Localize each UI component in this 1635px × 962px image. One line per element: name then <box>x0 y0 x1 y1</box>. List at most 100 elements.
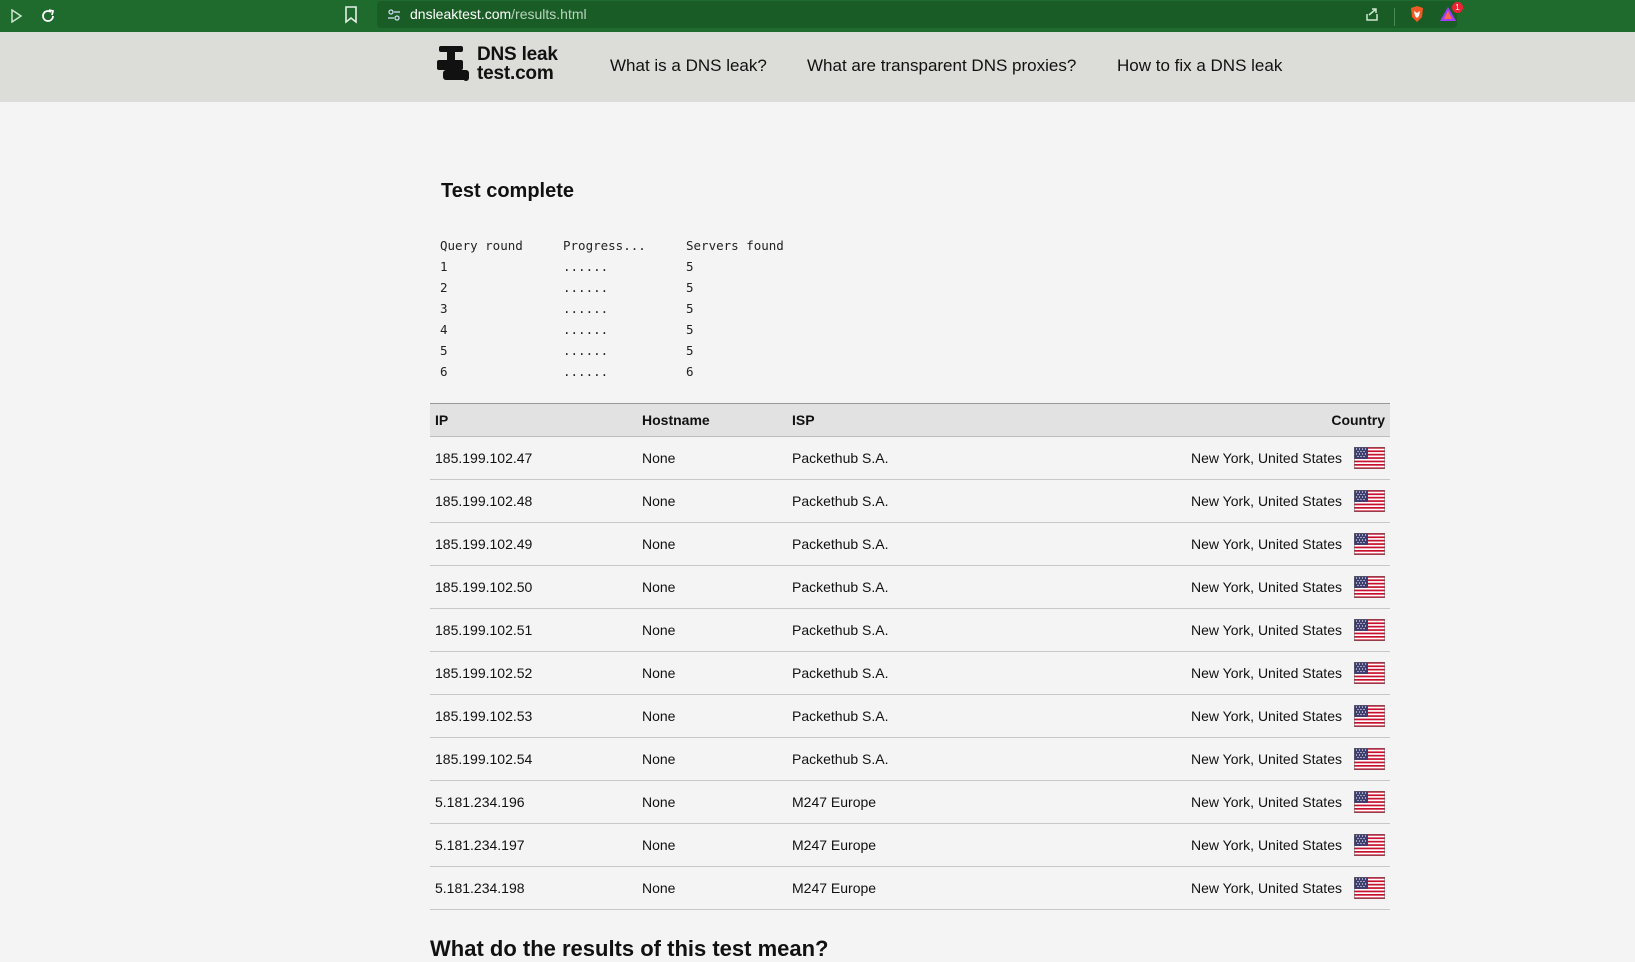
us-flag-icon <box>1354 662 1385 684</box>
hostname-cell: None <box>637 737 787 781</box>
table-row: 185.199.102.49 None Packethub S.A. New Y… <box>430 522 1390 566</box>
table-row: 5.181.234.197 None M247 Europe New York,… <box>430 823 1390 867</box>
progress-header-progress: Progress... <box>563 238 646 253</box>
table-row: 185.199.102.51 None Packethub S.A. New Y… <box>430 608 1390 652</box>
ip-cell: 185.199.102.54 <box>430 737 637 781</box>
isp-cell: M247 Europe <box>787 823 1097 867</box>
column-header-hostname: Hostname <box>637 403 787 437</box>
country-cell: New York, United States <box>1191 450 1342 466</box>
site-logo[interactable]: DNS leak test.com <box>435 44 558 84</box>
nav-how-to-fix[interactable]: How to fix a DNS leak <box>1117 56 1282 76</box>
ip-cell: 5.181.234.197 <box>430 823 637 867</box>
round-number: 5 <box>440 343 448 358</box>
progress-header-round: Query round <box>440 238 523 253</box>
dns-results-table: IP Hostname ISP Country 185.199.102.47 N… <box>430 403 1390 910</box>
country-cell: New York, United States <box>1191 536 1342 552</box>
us-flag-icon <box>1354 748 1385 770</box>
table-row: 185.199.102.50 None Packethub S.A. New Y… <box>430 565 1390 609</box>
us-flag-icon <box>1354 877 1385 899</box>
servers-found: 5 <box>686 259 694 274</box>
hostname-cell: None <box>637 780 787 824</box>
hostname-cell: None <box>637 522 787 566</box>
us-flag-icon <box>1354 619 1385 641</box>
country-cell: New York, United States <box>1191 794 1342 810</box>
browser-toolbar: dnsleaktest.com/results.html 1 <box>0 0 1635 32</box>
column-header-ip: IP <box>430 403 637 437</box>
round-progress: ...... <box>563 259 609 274</box>
servers-found: 5 <box>686 322 694 337</box>
round-number: 1 <box>440 259 448 274</box>
country-cell: New York, United States <box>1191 579 1342 595</box>
country-cell: New York, United States <box>1191 708 1342 724</box>
servers-found: 5 <box>686 280 694 295</box>
ip-cell: 185.199.102.52 <box>430 651 637 695</box>
us-flag-icon <box>1354 490 1385 512</box>
page-title: Test complete <box>441 180 574 202</box>
us-flag-icon <box>1354 705 1385 727</box>
isp-cell: Packethub S.A. <box>787 694 1097 738</box>
progress-header-found: Servers found <box>686 238 784 253</box>
ip-cell: 185.199.102.51 <box>430 608 637 652</box>
isp-cell: Packethub S.A. <box>787 737 1097 781</box>
site-header: DNS leak test.com What is a DNS leak? Wh… <box>0 32 1635 102</box>
country-cell: New York, United States <box>1191 880 1342 896</box>
round-number: 6 <box>440 364 448 379</box>
hostname-cell: None <box>637 694 787 738</box>
isp-cell: Packethub S.A. <box>787 608 1097 652</box>
us-flag-icon <box>1354 791 1385 813</box>
round-number: 4 <box>440 322 448 337</box>
hostname-cell: None <box>637 823 787 867</box>
servers-found: 6 <box>686 364 694 379</box>
table-row: 185.199.102.48 None Packethub S.A. New Y… <box>430 479 1390 523</box>
progress-row: 5...... 5 <box>440 340 806 361</box>
hostname-cell: None <box>637 608 787 652</box>
isp-cell: Packethub S.A. <box>787 436 1097 480</box>
ip-cell: 185.199.102.47 <box>430 436 637 480</box>
isp-cell: Packethub S.A. <box>787 651 1097 695</box>
country-cell: New York, United States <box>1191 665 1342 681</box>
table-header-row: IP Hostname ISP Country <box>430 403 1390 437</box>
table-row: 5.181.234.198 None M247 Europe New York,… <box>430 866 1390 910</box>
site-settings-icon[interactable] <box>387 8 401 22</box>
isp-cell: Packethub S.A. <box>787 479 1097 523</box>
country-cell: New York, United States <box>1191 622 1342 638</box>
ip-cell: 185.199.102.50 <box>430 565 637 609</box>
country-cell: New York, United States <box>1191 837 1342 853</box>
servers-found: 5 <box>686 343 694 358</box>
round-progress: ...... <box>563 343 609 358</box>
round-number: 3 <box>440 301 448 316</box>
address-bar[interactable]: dnsleaktest.com/results.html <box>377 1 1457 28</box>
column-header-country: Country <box>1097 403 1390 437</box>
progress-row: 2...... 5 <box>440 277 806 298</box>
ip-cell: 185.199.102.49 <box>430 522 637 566</box>
progress-row: 4...... 5 <box>440 319 806 340</box>
progress-row: 3...... 5 <box>440 298 806 319</box>
table-row: 185.199.102.53 None Packethub S.A. New Y… <box>430 694 1390 738</box>
round-progress: ...... <box>563 301 609 316</box>
reload-icon[interactable] <box>38 6 58 26</box>
isp-cell: Packethub S.A. <box>787 565 1097 609</box>
hostname-cell: None <box>637 479 787 523</box>
column-header-isp: ISP <box>787 403 1097 437</box>
logo-line-2: test.com <box>477 63 554 84</box>
progress-header-row: Query round Progress... Servers found <box>440 235 806 256</box>
brave-rewards-icon[interactable]: 1 <box>1439 2 1463 27</box>
hostname-cell: None <box>637 436 787 480</box>
progress-row: 6...... 6 <box>440 361 806 382</box>
play-icon[interactable] <box>6 6 26 26</box>
hostname-cell: None <box>637 866 787 910</box>
isp-cell: M247 Europe <box>787 866 1097 910</box>
share-icon[interactable] <box>1364 6 1380 27</box>
bookmark-icon[interactable] <box>344 6 358 29</box>
round-number: 2 <box>440 280 448 295</box>
hostname-cell: None <box>637 651 787 695</box>
ip-cell: 5.181.234.198 <box>430 866 637 910</box>
nav-transparent-dns-proxies[interactable]: What are transparent DNS proxies? <box>807 56 1076 76</box>
table-row: 185.199.102.52 None Packethub S.A. New Y… <box>430 651 1390 695</box>
results-explanation-heading: What do the results of this test mean? <box>430 936 829 961</box>
brave-shield-icon[interactable] <box>1409 5 1425 28</box>
url-text: dnsleaktest.com/results.html <box>410 6 587 22</box>
round-progress: ...... <box>563 364 609 379</box>
nav-what-is-dns-leak[interactable]: What is a DNS leak? <box>610 56 767 76</box>
isp-cell: Packethub S.A. <box>787 522 1097 566</box>
